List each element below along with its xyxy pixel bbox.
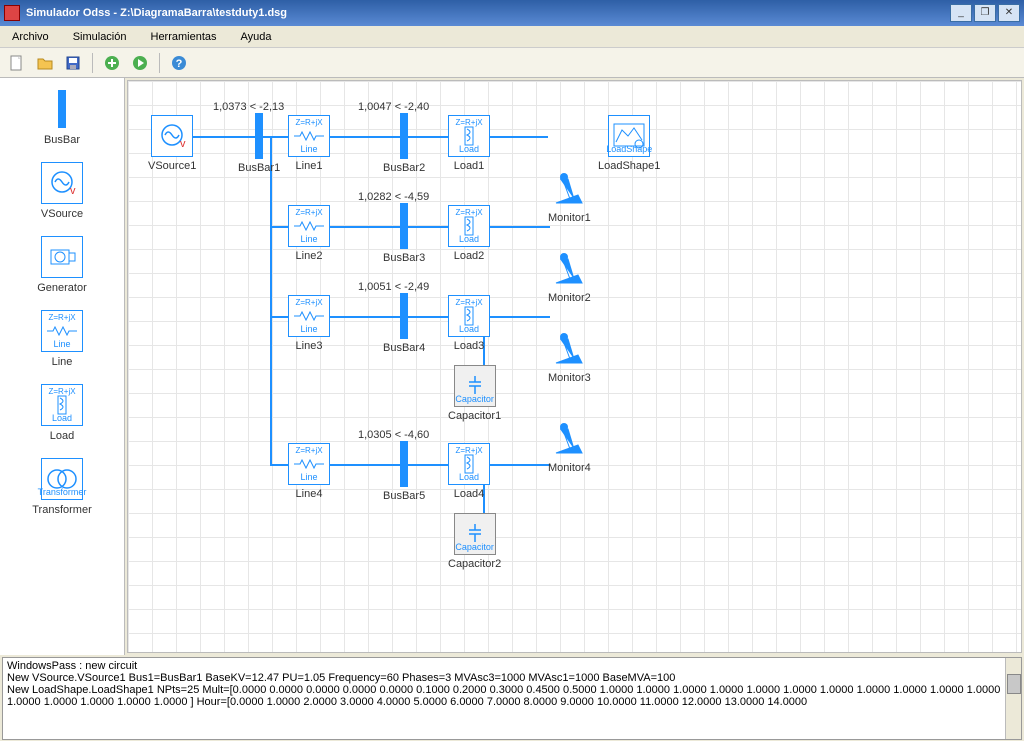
vsource-icon: v — [151, 115, 193, 157]
open-file-icon[interactable] — [34, 52, 56, 74]
load-icon: Z=R+jXLoad — [448, 115, 490, 157]
menu-herramientas[interactable]: Herramientas — [147, 29, 221, 45]
component-palette: BusBar v VSource Generator Generator Z=R… — [0, 78, 125, 655]
line-icon: Z=R+jXLine — [288, 205, 330, 247]
window-title: Simulador Odss - Z:\DiagramaBarra\testdu… — [26, 7, 950, 19]
minimize-button[interactable]: _ — [950, 4, 972, 22]
load-icon: Z=R+jXLoad — [41, 384, 83, 426]
node-monitor4[interactable]: Monitor4 — [548, 421, 591, 474]
diagram-canvas[interactable]: 1,0373 < -2,13 1,0047 < -2,40 v VSource1… — [127, 80, 1022, 653]
svg-text:v: v — [180, 138, 186, 150]
node-line3[interactable]: Z=R+jXLine Line3 — [288, 295, 330, 352]
generator-icon: Generator — [41, 236, 83, 278]
new-file-icon[interactable] — [6, 52, 28, 74]
palette-load[interactable]: Z=R+jXLoad Load — [12, 380, 112, 450]
app-icon — [4, 5, 20, 21]
busbar4-value: 1,0051 < -2,49 — [358, 281, 429, 293]
add-icon[interactable] — [101, 52, 123, 74]
run-icon[interactable] — [129, 52, 151, 74]
node-load3[interactable]: Z=R+jXLoad Load3 — [448, 295, 490, 352]
line-icon: Z=R+jXLine — [288, 295, 330, 337]
close-button[interactable]: ✕ — [998, 4, 1020, 22]
toolbar-separator — [92, 53, 93, 73]
toolbar-separator — [159, 53, 160, 73]
node-load4[interactable]: Z=R+jXLoad Load4 — [448, 443, 490, 500]
load-icon: Z=R+jXLoad — [448, 205, 490, 247]
node-monitor3[interactable]: Monitor3 — [548, 331, 591, 384]
node-busbar1[interactable]: BusBar1 — [238, 113, 280, 174]
node-line4[interactable]: Z=R+jXLine Line4 — [288, 443, 330, 500]
palette-generator[interactable]: Generator Generator — [12, 232, 112, 302]
busbar-icon — [41, 88, 83, 130]
log-line: New LoadShape.LoadShape1 NPts=25 Mult=[0… — [7, 684, 1017, 696]
node-monitor1[interactable]: Monitor1 — [548, 171, 591, 224]
main-area: BusBar v VSource Generator Generator Z=R… — [0, 78, 1024, 655]
menu-archivo[interactable]: Archivo — [8, 29, 53, 45]
loadshape-icon: LoadShape — [608, 115, 650, 157]
toolbar: ? — [0, 48, 1024, 78]
load-icon: Z=R+jXLoad — [448, 295, 490, 337]
node-busbar5[interactable]: BusBar5 — [383, 441, 425, 502]
node-line1[interactable]: Z=R+jXLine Line1 — [288, 115, 330, 172]
capacitor-icon: Capacitor — [454, 513, 496, 555]
node-load2[interactable]: Z=R+jXLoad Load2 — [448, 205, 490, 262]
monitor-icon — [548, 421, 590, 459]
node-busbar4[interactable]: BusBar4 — [383, 293, 425, 354]
maximize-button[interactable]: ❐ — [974, 4, 996, 22]
node-monitor2[interactable]: Monitor2 — [548, 251, 591, 304]
capacitor-icon: Capacitor — [454, 365, 496, 407]
monitor-icon — [548, 331, 590, 369]
log-line: New VSource.VSource1 Bus1=BusBar1 BaseKV… — [7, 672, 1017, 684]
log-line: WindowsPass : new circuit — [7, 660, 1017, 672]
node-vsource1[interactable]: v VSource1 — [148, 115, 196, 172]
palette-line[interactable]: Z=R+jXLine Line — [12, 306, 112, 376]
save-icon[interactable] — [62, 52, 84, 74]
line-icon: Z=R+jXLine — [288, 443, 330, 485]
menubar: Archivo Simulación Herramientas Ayuda — [0, 26, 1024, 48]
log-line: 1.0000 1.0000 1.0000 1.0000 1.0000 ] Hou… — [7, 696, 1017, 708]
busbar1-value: 1,0373 < -2,13 — [213, 101, 284, 113]
busbar2-value: 1,0047 < -2,40 — [358, 101, 429, 113]
palette-busbar[interactable]: BusBar — [12, 84, 112, 154]
load-icon: Z=R+jXLoad — [448, 443, 490, 485]
node-capacitor1[interactable]: Capacitor Capacitor1 — [448, 365, 501, 422]
busbar5-value: 1,0305 < -4,60 — [358, 429, 429, 441]
node-line2[interactable]: Z=R+jXLine Line2 — [288, 205, 330, 262]
menu-ayuda[interactable]: Ayuda — [237, 29, 276, 45]
svg-text:v: v — [70, 185, 76, 197]
menu-simulacion[interactable]: Simulación — [69, 29, 131, 45]
busbar3-value: 1,0282 < -4,59 — [358, 191, 429, 203]
monitor-icon — [548, 171, 590, 209]
svg-text:?: ? — [176, 58, 183, 70]
log-scrollbar[interactable] — [1005, 658, 1021, 739]
help-icon[interactable]: ? — [168, 52, 190, 74]
wire — [270, 136, 272, 466]
node-loadshape1[interactable]: LoadShape LoadShape1 — [598, 115, 660, 172]
transformer-icon: Transformer — [41, 458, 83, 500]
node-capacitor2[interactable]: Capacitor Capacitor2 — [448, 513, 501, 570]
output-log[interactable]: WindowsPass : new circuit New VSource.VS… — [2, 657, 1022, 740]
node-busbar2[interactable]: BusBar2 — [383, 113, 425, 174]
palette-transformer[interactable]: Transformer Transformer — [12, 454, 112, 524]
vsource-icon: v — [41, 162, 83, 204]
palette-vsource[interactable]: v VSource — [12, 158, 112, 228]
line-icon: Z=R+jXLine — [288, 115, 330, 157]
node-load1[interactable]: Z=R+jXLoad Load1 — [448, 115, 490, 172]
titlebar: Simulador Odss - Z:\DiagramaBarra\testdu… — [0, 0, 1024, 26]
line-icon: Z=R+jXLine — [41, 310, 83, 352]
node-busbar3[interactable]: BusBar3 — [383, 203, 425, 264]
monitor-icon — [548, 251, 590, 289]
scrollbar-thumb[interactable] — [1007, 674, 1021, 694]
